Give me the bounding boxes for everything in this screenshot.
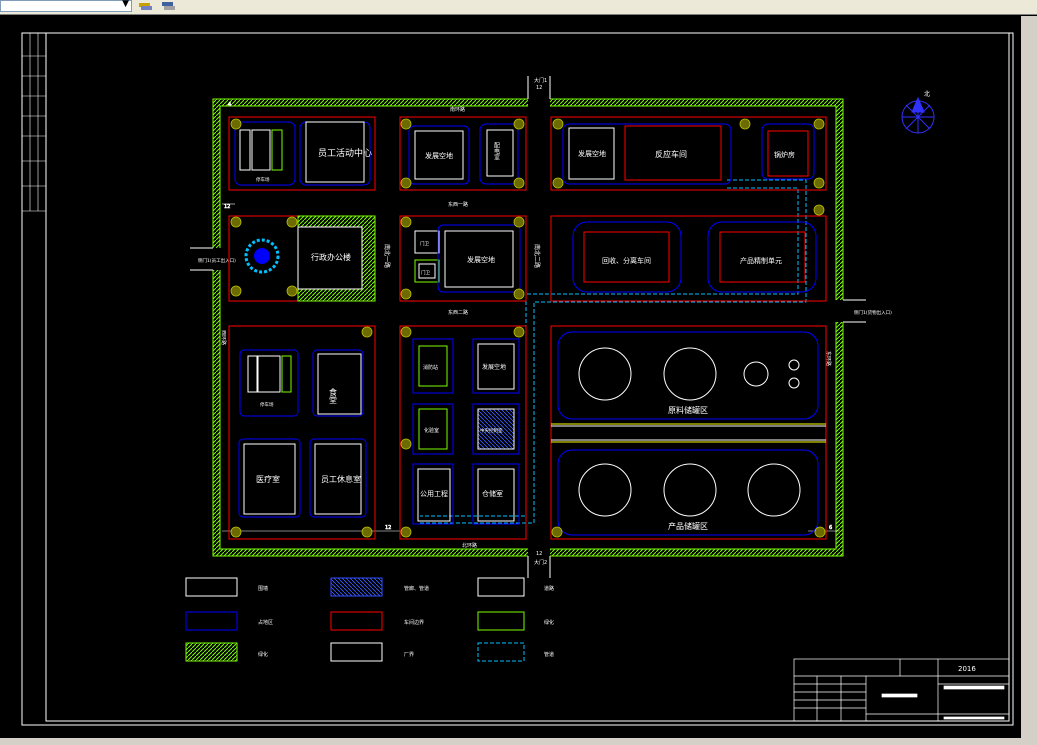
svg-text:厂界: 厂界 [404, 652, 414, 658]
svg-text:占地区: 占地区 [258, 619, 273, 626]
toolbar: ▼ [0, 0, 1037, 15]
road-label-ns2: 南北二路 [533, 244, 541, 268]
activity-center-label: 员工活动中心 [318, 147, 372, 159]
svg-text:医疗室: 医疗室 [256, 474, 280, 484]
svg-text:围墙: 围墙 [258, 585, 268, 592]
road-label-bottom: 北环路 [462, 542, 477, 549]
dim-2: 12 [224, 204, 230, 210]
svg-text:绿化: 绿化 [258, 651, 268, 658]
svg-text:侧门1(货物出入口): 侧门1(货物出入口) [854, 309, 892, 316]
road-label-ew2: 东西二路 [448, 309, 468, 316]
svg-text:门卫: 门卫 [421, 269, 430, 276]
svg-text:食堂: 食堂 [329, 387, 338, 404]
svg-text:门卫: 门卫 [420, 240, 429, 247]
svg-text:侧门1(员工出入口): 侧门1(员工出入口) [198, 257, 236, 264]
road-label-top: 南环路 [450, 106, 465, 113]
road-label-ew1: 东西一路 [448, 201, 468, 208]
svg-text:大门1: 大门1 [534, 77, 547, 84]
chevron-down-icon[interactable]: ▼ [122, 0, 129, 9]
road-label-west: 西环路 [220, 330, 227, 345]
svg-text:产品精制单元: 产品精制单元 [740, 256, 782, 265]
svg-text:道路: 道路 [544, 585, 554, 592]
svg-text:仓储室: 仓储室 [482, 489, 503, 498]
svg-text:发展空地: 发展空地 [578, 149, 606, 158]
vertical-scrollbar[interactable] [1021, 16, 1037, 738]
svg-text:中央控制室: 中央控制室 [480, 427, 503, 434]
svg-text:行政办公楼: 行政办公楼 [311, 252, 351, 262]
svg-text:发展空地: 发展空地 [425, 151, 453, 160]
svg-text:化验室: 化验室 [424, 427, 439, 434]
dim-1: 12 [385, 525, 391, 531]
svg-text:发展空地: 发展空地 [467, 255, 495, 264]
svg-text:停车场: 停车场 [256, 176, 270, 183]
svg-text:北: 北 [924, 90, 930, 98]
road-label-ns1: 南北一路 [383, 244, 391, 268]
svg-text:大门2: 大门2 [534, 559, 547, 566]
dim-3: 6 [829, 525, 832, 531]
dim-5: 4 [228, 102, 231, 108]
svg-text:12: 12 [536, 551, 542, 557]
layer-dropdown[interactable]: ▼ [0, 0, 132, 12]
svg-text:公用工程: 公用工程 [420, 489, 448, 498]
svg-text:回收、分离车间: 回收、分离车间 [602, 256, 651, 265]
layer-states-icon[interactable] [137, 0, 153, 12]
title-year: 2016 [958, 665, 976, 673]
svg-text:管廊、管道: 管廊、管道 [404, 585, 429, 592]
layer-manager-icon[interactable] [160, 0, 176, 12]
svg-text:绿化: 绿化 [544, 619, 554, 626]
svg-text:发展空地: 发展空地 [482, 363, 506, 371]
svg-text:反应车间: 反应车间 [655, 149, 687, 159]
raw-tank-label: 原料储罐区 [668, 405, 708, 415]
status-strip [0, 738, 1037, 745]
svg-text:锅炉房: 锅炉房 [774, 150, 795, 159]
svg-text:管道: 管道 [544, 651, 554, 658]
svg-text:车间边界: 车间边界 [404, 619, 424, 626]
site-wall [210, 96, 846, 559]
svg-text:配电室: 配电室 [493, 142, 500, 160]
svg-text:12: 12 [536, 85, 542, 91]
svg-text:员工休息室: 员工休息室 [321, 474, 361, 484]
svg-text:消防站: 消防站 [423, 364, 438, 371]
drawing-canvas[interactable]: 大门1 12 12 大门2 侧门1(员工出入口) 侧门1(货物出入口) 南环路 … [0, 16, 1021, 738]
svg-text:停车场: 停车场 [260, 401, 274, 408]
product-tank-label: 产品储罐区 [668, 521, 708, 531]
